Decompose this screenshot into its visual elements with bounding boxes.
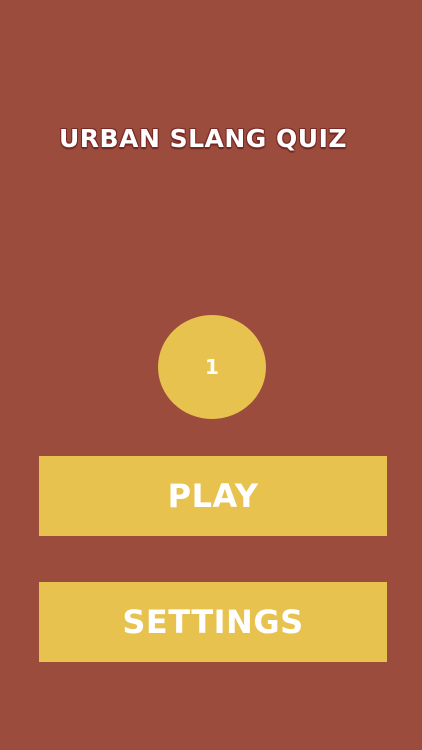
game-title: URBAN SLANG QUIZ bbox=[59, 124, 347, 153]
play-button-label: PLAY bbox=[167, 477, 259, 515]
level-indicator: 1 bbox=[158, 315, 266, 419]
play-button[interactable]: PLAY bbox=[39, 456, 387, 536]
settings-button[interactable]: SETTINGS bbox=[39, 582, 387, 662]
level-number: 1 bbox=[205, 355, 219, 379]
settings-button-label: SETTINGS bbox=[122, 603, 304, 641]
